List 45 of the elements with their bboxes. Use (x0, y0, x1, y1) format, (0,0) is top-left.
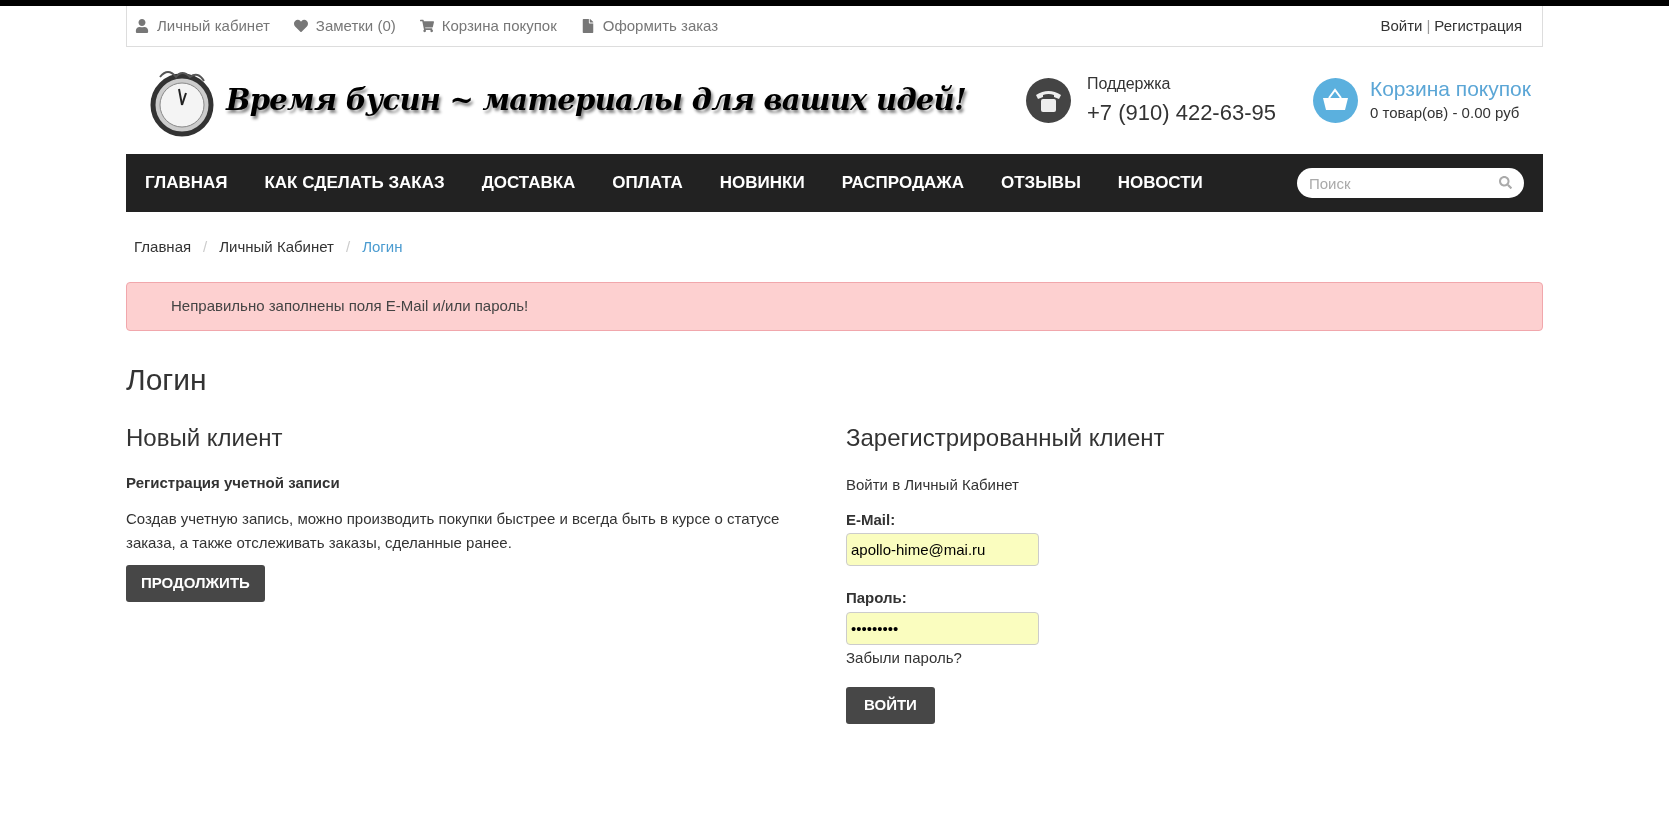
user-icon (135, 19, 149, 33)
nav-link[interactable]: ГЛАВНАЯ (145, 170, 228, 196)
page-title: Логин (126, 362, 208, 398)
top-link[interactable]: Личный кабинет (135, 14, 270, 38)
field-label: E-Mail: (846, 509, 897, 530)
document-icon (580, 19, 595, 33)
field-label: Пароль: (846, 588, 908, 608)
breadcrumb-separator: / (203, 236, 208, 257)
nav-link[interactable]: КАК СДЕЛАТЬ ЗАКАЗ (264, 170, 445, 196)
nav-link[interactable]: ОТЗЫВЫ (1000, 170, 1081, 196)
section-heading: Зарегистрированный клиент (846, 423, 1165, 453)
section-heading: Новый клиент (126, 423, 284, 453)
breadcrumb-separator: / (345, 236, 351, 257)
heart-icon (293, 19, 308, 33)
intro-text: Войти в Личный Кабинет (846, 475, 1020, 495)
support-label: Поддержка (1087, 74, 1172, 94)
description-text: Создав учетную запись, можно производить покупки быстрее и всегда быть в курсе о статусе заказа, а также отслеживать заказы, сделанные ранее. (126, 508, 781, 553)
nav-link[interactable]: РАСПРОДАЖА (841, 170, 964, 196)
email-field[interactable]: apollo-hime@mai.ru (846, 533, 1039, 566)
password-field[interactable]: ••••••••• (846, 611, 1039, 645)
phone-number: +7 (910) 422-63-95 (1087, 99, 1276, 127)
cart-icon (419, 19, 434, 33)
cart-summary: 0 товар(ов) - 0.00 руб (1369, 103, 1521, 124)
register-link[interactable]: Регистрация (1434, 14, 1522, 38)
nav-link[interactable]: НОВИНКИ (719, 170, 805, 196)
top-link[interactable]: Заметки (0) (293, 14, 396, 38)
separator: | (1426, 15, 1431, 36)
nav-link[interactable]: НОВОСТИ (1117, 170, 1203, 196)
nav-link[interactable]: ОПЛАТА (612, 170, 683, 196)
search-icon[interactable] (1499, 176, 1512, 189)
subheading: Регистрация учетной записи (126, 473, 341, 493)
nav-link[interactable]: ДОСТАВКА (481, 170, 576, 196)
continue-button[interactable]: ПРОДОЛЖИТЬ (126, 564, 265, 602)
breadcrumb-link[interactable]: Личный Кабинет (219, 235, 334, 259)
login-button[interactable]: ВОЙТИ (846, 687, 935, 724)
error-alert: Неправильно заполнены поля E-Mail и/или пароль! (126, 282, 1543, 331)
login-link[interactable]: Войти (1380, 14, 1423, 38)
logo-text: Время бусин ~ материалы для ваших идей! (226, 81, 966, 119)
breadcrumb-link[interactable]: Главная (134, 235, 192, 259)
basket-icon[interactable] (1312, 78, 1358, 123)
forgot-password-link[interactable]: Забыли пароль? (846, 646, 962, 669)
phone-icon (1026, 78, 1071, 123)
top-link[interactable]: Корзина покупок (419, 14, 557, 38)
top-link[interactable]: Оформить заказ (580, 14, 719, 38)
search-field[interactable]: Поиск (1297, 168, 1524, 198)
